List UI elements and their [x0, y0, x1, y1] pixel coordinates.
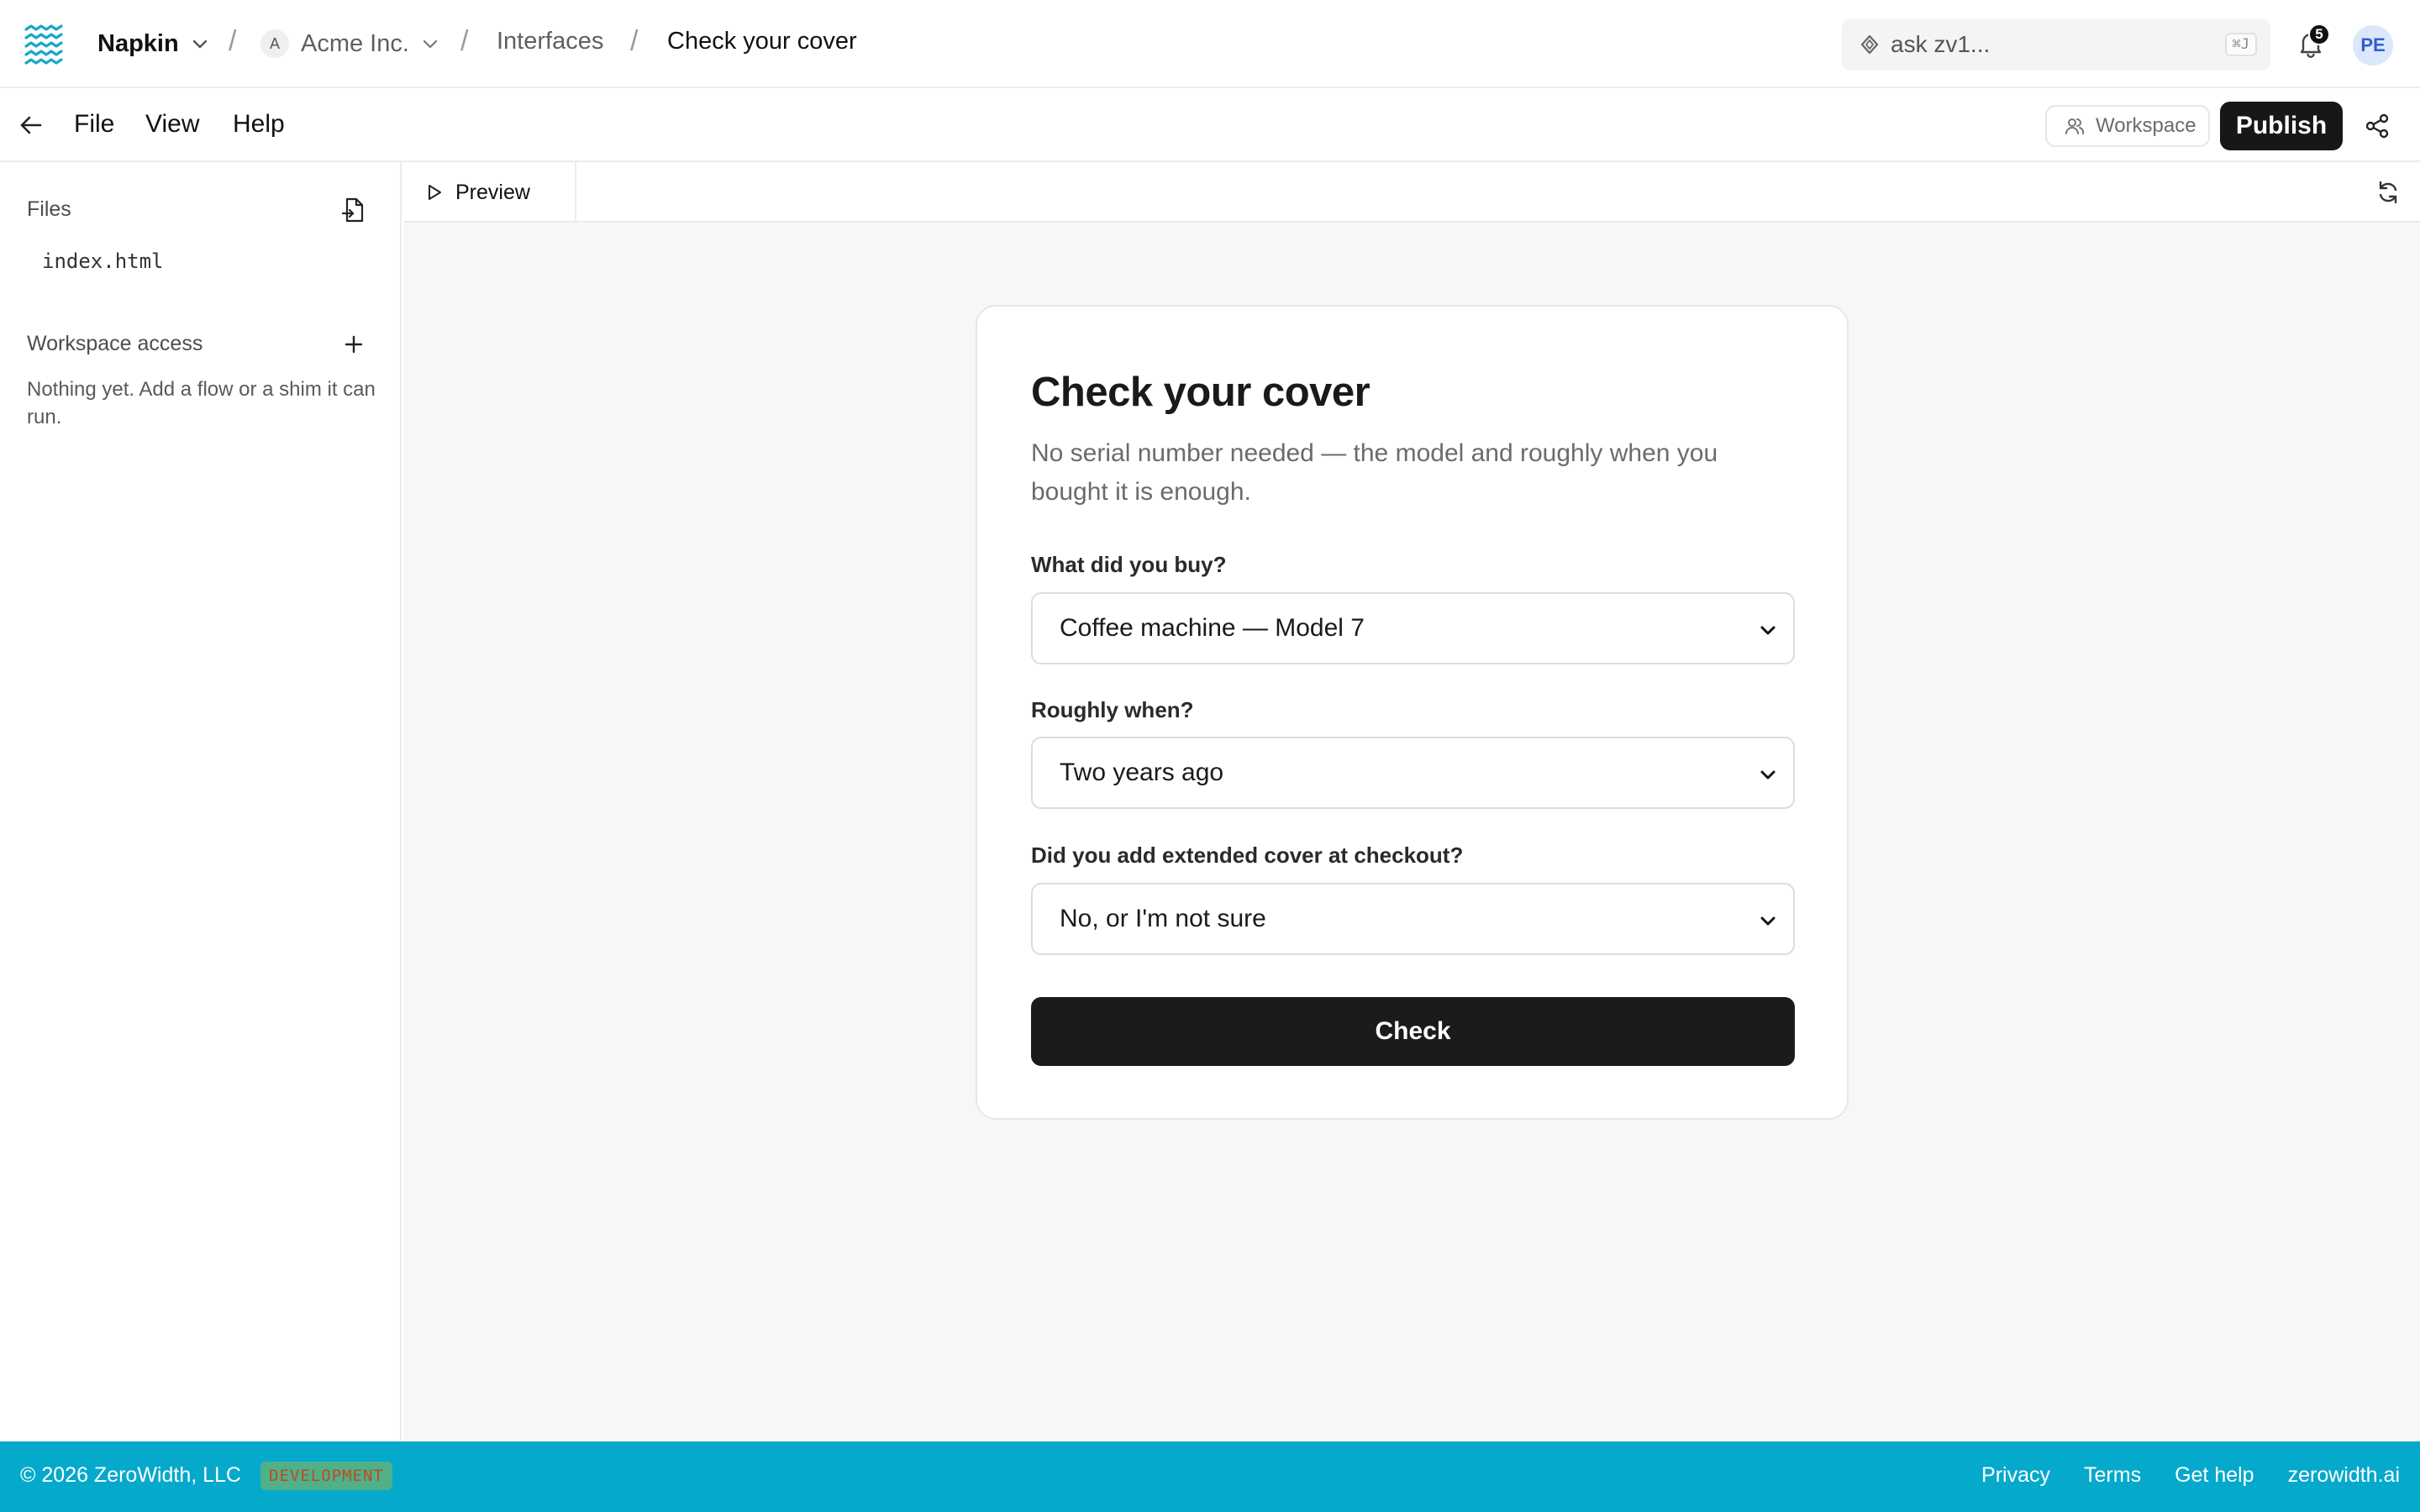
- chevron-down-icon: [421, 34, 439, 53]
- ask-search-input[interactable]: ask zv1... ⌘J: [1842, 18, 2270, 71]
- breadcrumb-separator: /: [229, 25, 237, 57]
- workspace-access-heading: Workspace access: [27, 332, 203, 355]
- check-cover-form-card: Check your cover No serial number needed…: [976, 305, 1849, 1120]
- menu-view[interactable]: View: [145, 110, 199, 139]
- org-avatar: A: [260, 29, 289, 58]
- chevron-down-icon: [1758, 620, 1778, 640]
- chevron-down-icon: [1758, 764, 1778, 785]
- new-file-icon[interactable]: [339, 196, 368, 224]
- breadcrumb-separator: /: [630, 25, 639, 57]
- org-name: Acme Inc.: [301, 29, 409, 57]
- extended-cover-select[interactable]: No, or I'm not sure: [1031, 883, 1795, 955]
- sidebar: Files index.html Workspace access Nothin…: [0, 162, 402, 1442]
- share-icon[interactable]: [2363, 112, 2391, 140]
- menu-help[interactable]: Help: [233, 110, 285, 139]
- footer-link-get-help[interactable]: Get help: [2175, 1463, 2254, 1488]
- purchase-time-select-value: Two years ago: [1060, 759, 1224, 786]
- file-item-index-html[interactable]: index.html: [42, 249, 164, 273]
- footer-copyright: © 2026 ZeroWidth, LLC: [20, 1463, 241, 1487]
- user-avatar[interactable]: PE: [2353, 25, 2393, 66]
- purchase-time-select[interactable]: Two years ago: [1031, 737, 1795, 809]
- search-shortcut: ⌘J: [2224, 33, 2257, 56]
- product-field-label: What did you buy?: [1031, 552, 1227, 577]
- form-subtitle: No serial number needed — the model and …: [1031, 439, 1718, 506]
- tab-preview[interactable]: Preview: [403, 162, 576, 223]
- preview-tab-bar: Preview: [403, 162, 2420, 223]
- footer-link-terms[interactable]: Terms: [2084, 1463, 2141, 1488]
- breadcrumb-separator: /: [460, 25, 469, 57]
- menu-file[interactable]: File: [74, 110, 114, 139]
- form-title: Check your cover: [1031, 370, 1370, 415]
- tab-preview-label: Preview: [455, 180, 530, 204]
- chevron-down-icon: [1758, 911, 1778, 931]
- sparkle-search-icon: [1859, 34, 1881, 55]
- purchase-time-field-label: Roughly when?: [1031, 697, 1194, 722]
- product-select-value: Coffee machine — Model 7: [1060, 614, 1365, 642]
- product-select[interactable]: Coffee machine — Model 7: [1031, 592, 1795, 664]
- refresh-icon[interactable]: [2375, 179, 2402, 206]
- top-bar: Napkin / A Acme Inc. / Interfaces / Chec…: [0, 0, 2420, 88]
- footer-links: Privacy Terms Get help zerowidth.ai: [1981, 1463, 2400, 1488]
- users-icon: [2064, 115, 2086, 137]
- workspace-label: Workspace: [2096, 114, 2196, 137]
- breadcrumb-current-page: Check your cover: [667, 28, 857, 55]
- publish-button[interactable]: Publish: [2220, 102, 2343, 150]
- app-name: Napkin: [97, 29, 179, 57]
- footer: © 2026 ZeroWidth, LLC DEVELOPMENT Privac…: [0, 1441, 2420, 1512]
- plus-icon[interactable]: [339, 330, 368, 359]
- chevron-down-icon: [191, 34, 209, 53]
- app-switcher[interactable]: Napkin: [97, 27, 209, 60]
- arrow-left-icon[interactable]: [17, 111, 45, 139]
- extended-cover-select-value: No, or I'm not sure: [1060, 905, 1266, 932]
- search-placeholder: ask zv1...: [1891, 31, 1991, 57]
- footer-link-privacy[interactable]: Privacy: [1981, 1463, 2050, 1488]
- footer-link-zerowidth[interactable]: zerowidth.ai: [2288, 1463, 2400, 1488]
- workspace-button[interactable]: Workspace: [2045, 105, 2210, 147]
- org-switcher[interactable]: A Acme Inc.: [260, 25, 439, 62]
- check-button[interactable]: Check: [1031, 997, 1795, 1066]
- preview-area: Preview Check your cover No serial numbe…: [403, 162, 2420, 1442]
- notification-count-badge: 5: [2308, 24, 2330, 45]
- environment-badge: DEVELOPMENT: [260, 1462, 392, 1490]
- menu-bar: File View Help Workspace Publish: [0, 88, 2420, 162]
- play-icon: [425, 183, 444, 202]
- workspace-access-empty-note: Nothing yet. Add a flow or a shim it can…: [27, 378, 376, 428]
- extended-cover-field-label: Did you add extended cover at checkout?: [1031, 843, 1464, 868]
- files-heading: Files: [27, 197, 71, 221]
- breadcrumb-interfaces[interactable]: Interfaces: [497, 28, 603, 55]
- napkin-logo-icon[interactable]: [24, 24, 64, 65]
